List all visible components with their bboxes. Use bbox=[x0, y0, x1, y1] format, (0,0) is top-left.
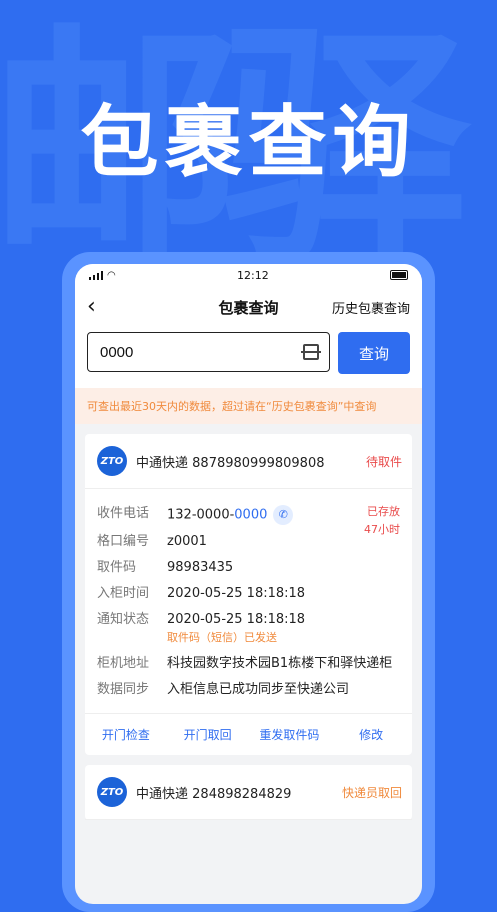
wifi-icon: ◠ bbox=[107, 269, 116, 281]
query-button[interactable]: 查询 bbox=[338, 332, 410, 374]
notify-sub: 取件码（短信）已发送 bbox=[167, 631, 277, 644]
row-label: 入柜时间 bbox=[97, 586, 150, 601]
open-check-button[interactable]: 开门检查 bbox=[85, 714, 167, 755]
row-sync: 数据同步 入柜信息已成功同步至快递公司 bbox=[97, 681, 400, 699]
row-in-time: 入柜时间 2020-05-25 18:18:18 bbox=[97, 585, 400, 603]
row-label: 取件码 bbox=[97, 560, 137, 575]
zto-logo-icon: ZTO bbox=[97, 446, 127, 476]
tracking-number: 284898284829 bbox=[192, 786, 292, 802]
stored-duration: 47小时 bbox=[364, 523, 400, 536]
package-card: ZTO 中通快递 8878980999809808 待取件 已存放 47小时 收… bbox=[85, 434, 412, 755]
search-row: 查询 bbox=[75, 326, 422, 388]
carrier-name: 中通快递 bbox=[136, 455, 189, 471]
search-box bbox=[87, 332, 330, 372]
resend-code-button[interactable]: 重发取件码 bbox=[249, 714, 331, 755]
package-card: ZTO 中通快递 284898284829 快递员取回 bbox=[85, 765, 412, 820]
hero-title: 包裹查询 bbox=[80, 98, 417, 188]
status-badge: 待取件 bbox=[365, 454, 402, 469]
row-label: 数据同步 bbox=[97, 682, 150, 697]
stored-label: 已存放 bbox=[367, 505, 400, 518]
row-value: 入柜信息已成功同步至快递公司 bbox=[167, 682, 350, 697]
scan-icon[interactable] bbox=[301, 344, 321, 360]
row-value: z0001 bbox=[167, 534, 207, 549]
phone-suffix: 0000 bbox=[234, 507, 268, 523]
history-link[interactable]: 历史包裹查询 bbox=[332, 298, 410, 317]
card-header: ZTO 中通快递 284898284829 快递员取回 bbox=[85, 765, 412, 820]
row-code: 取件码 98983435 bbox=[97, 559, 400, 577]
search-input[interactable] bbox=[98, 342, 282, 362]
status-bar: ◠ 12:12 bbox=[75, 264, 422, 286]
row-notify: 通知状态 2020-05-25 18:18:18 取件码（短信）已发送 bbox=[97, 611, 400, 647]
signal-icon bbox=[89, 270, 103, 280]
card-actions: 开门检查 开门取回 重发取件码 修改 bbox=[85, 713, 412, 755]
row-label: 通知状态 bbox=[97, 612, 150, 627]
row-slot: 格口编号 z0001 bbox=[97, 533, 400, 551]
edit-button[interactable]: 修改 bbox=[330, 714, 412, 755]
row-label: 柜机地址 bbox=[97, 656, 150, 671]
status-time: 12:12 bbox=[237, 268, 269, 282]
carrier-name: 中通快递 bbox=[136, 786, 189, 802]
card-title: 中通快递 8878980999809808 bbox=[136, 452, 325, 471]
zto-logo-icon: ZTO bbox=[97, 777, 127, 807]
phone-screen: ◠ 12:12 ‹ 包裹查询 历史包裹查询 查询 可查出最近30天内的数据，超过… bbox=[75, 264, 422, 904]
notice-banner: 可查出最近30天内的数据，超过请在“历史包裹查询”中查询 bbox=[75, 388, 422, 424]
open-retrieve-button[interactable]: 开门取回 bbox=[167, 714, 249, 755]
row-label: 格口编号 bbox=[97, 534, 150, 549]
row-value: 2020-05-25 18:18:18 bbox=[167, 612, 306, 627]
phone-call-icon[interactable]: ✆ bbox=[273, 505, 294, 525]
card-details: 已存放 47小时 收件电话 132-0000-0000 ✆ 格口编号 z0001 … bbox=[85, 489, 412, 713]
battery-icon bbox=[390, 270, 408, 280]
phone-prefix: 132-0000- bbox=[167, 507, 235, 523]
row-value: 98983435 bbox=[167, 560, 234, 575]
nav-bar: ‹ 包裹查询 历史包裹查询 bbox=[75, 286, 422, 326]
tracking-number: 8878980999809808 bbox=[192, 455, 325, 471]
card-title: 中通快递 284898284829 bbox=[136, 783, 291, 802]
row-label: 收件电话 bbox=[97, 506, 150, 521]
row-phone: 收件电话 132-0000-0000 ✆ bbox=[97, 505, 400, 525]
row-value: 科技园数字技术园B1栋楼下和驿快递柜 bbox=[167, 656, 393, 671]
stored-info: 已存放 47小时 bbox=[364, 503, 400, 539]
status-badge: 快递员取回 bbox=[341, 785, 402, 800]
row-address: 柜机地址 科技园数字技术园B1栋楼下和驿快递柜 bbox=[97, 655, 400, 673]
card-header: ZTO 中通快递 8878980999809808 待取件 bbox=[85, 434, 412, 489]
row-value: 2020-05-25 18:18:18 bbox=[167, 586, 306, 601]
